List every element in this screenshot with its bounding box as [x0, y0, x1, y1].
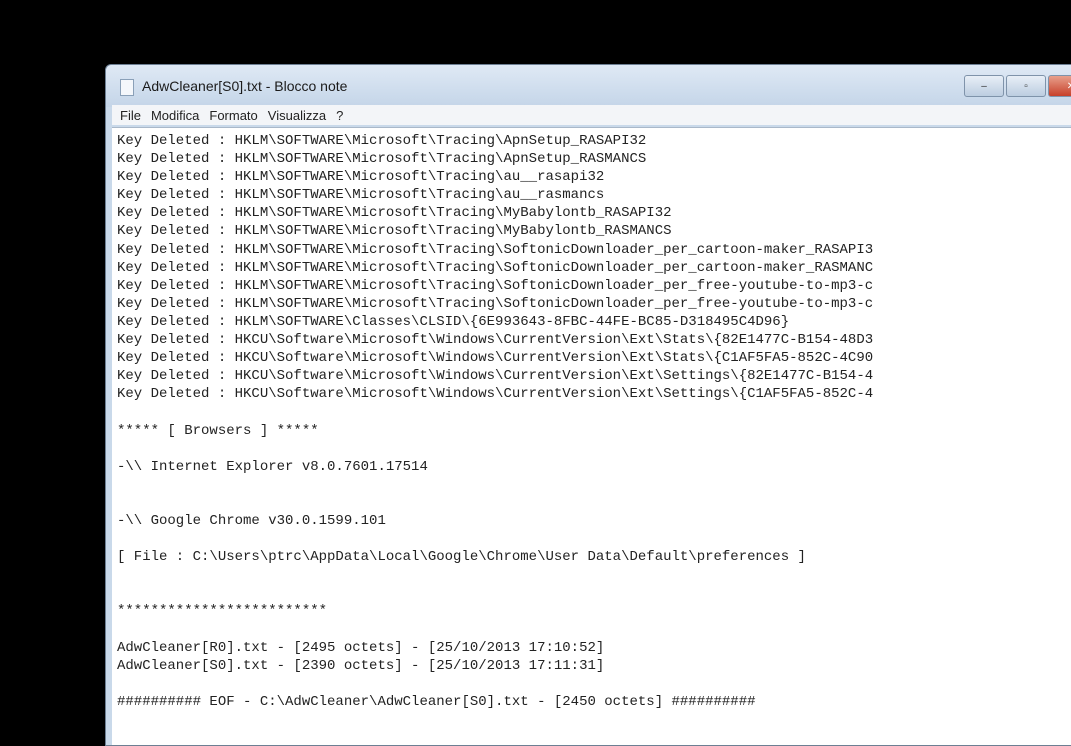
- text-line: [117, 440, 873, 458]
- text-line: -\\ Internet Explorer v8.0.7601.17514: [117, 458, 428, 475]
- text-line: AdwCleaner[S0].txt - [2390 octets] - [25…: [117, 657, 605, 674]
- menu-visualizza[interactable]: Visualizza: [268, 108, 326, 123]
- text-line: [117, 566, 873, 584]
- text-line: ########## EOF - C:\AdwCleaner\AdwCleane…: [117, 693, 756, 710]
- window-title: AdwCleaner[S0].txt - Blocco note: [142, 78, 348, 94]
- menu-formato[interactable]: Formato: [209, 108, 257, 123]
- text-line: [117, 530, 873, 548]
- text-line: Key Deleted : HKCU\Software\Microsoft\Wi…: [117, 386, 874, 403]
- text-line: Key Deleted : HKLM\SOFTWARE\Microsoft\Tr…: [117, 133, 647, 149]
- text-line: Key Deleted : HKLM\SOFTWARE\Microsoft\Tr…: [117, 259, 874, 276]
- text-line: Key Deleted : HKLM\SOFTWARE\Microsoft\Tr…: [117, 223, 672, 240]
- notepad-window: AdwCleaner[S0].txt - Blocco note – ▫ ✕ F…: [105, 64, 1071, 746]
- text-line: Key Deleted : HKLM\SOFTWARE\Microsoft\Tr…: [117, 151, 647, 168]
- text-editor[interactable]: Key Deleted : HKLM\SOFTWARE\Microsoft\Tr…: [112, 127, 1071, 745]
- text-line: [117, 476, 873, 494]
- text-line: Key Deleted : HKCU\Software\Microsoft\Wi…: [117, 350, 874, 367]
- minimize-button[interactable]: –: [964, 75, 1004, 97]
- text-content: Key Deleted : HKLM\SOFTWARE\Microsoft\Tr…: [117, 132, 873, 711]
- menu-file[interactable]: File: [120, 108, 141, 123]
- text-line: [117, 621, 873, 639]
- text-line: [117, 494, 873, 512]
- menu-modifica[interactable]: Modifica: [151, 108, 199, 123]
- text-line: Key Deleted : HKCU\Software\Microsoft\Wi…: [117, 368, 874, 385]
- menu-help[interactable]: ?: [336, 108, 343, 123]
- text-line: Key Deleted : HKLM\SOFTWARE\Microsoft\Tr…: [117, 169, 605, 186]
- text-line: Key Deleted : HKLM\SOFTWARE\Microsoft\Tr…: [117, 277, 874, 294]
- text-line: [117, 403, 873, 421]
- text-line: [117, 675, 873, 693]
- menu-bar: File Modifica Formato Visualizza ?: [112, 105, 1071, 125]
- text-line: Key Deleted : HKLM\SOFTWARE\Microsoft\Tr…: [117, 187, 605, 204]
- title-bar[interactable]: AdwCleaner[S0].txt - Blocco note – ▫ ✕: [106, 65, 1071, 107]
- text-line: Key Deleted : HKLM\SOFTWARE\Microsoft\Tr…: [117, 205, 672, 222]
- maximize-button[interactable]: ▫: [1006, 75, 1046, 97]
- text-line: ***** [ Browsers ] *****: [117, 422, 319, 439]
- text-line: -\\ Google Chrome v30.0.1599.101: [117, 512, 386, 529]
- close-button[interactable]: ✕: [1048, 75, 1071, 97]
- notepad-icon: [120, 79, 134, 96]
- text-line: *************************: [117, 603, 328, 620]
- text-line: [117, 584, 873, 602]
- text-line: [ File : C:\Users\ptrc\AppData\Local\Goo…: [117, 549, 806, 566]
- text-line: Key Deleted : HKLM\SOFTWARE\Microsoft\Tr…: [117, 295, 874, 312]
- text-line: AdwCleaner[R0].txt - [2495 octets] - [25…: [117, 639, 605, 656]
- text-line: Key Deleted : HKLM\SOFTWARE\Microsoft\Tr…: [117, 241, 874, 258]
- text-line: Key Deleted : HKCU\Software\Microsoft\Wi…: [117, 332, 874, 349]
- text-line: Key Deleted : HKLM\SOFTWARE\Classes\CLSI…: [117, 313, 790, 330]
